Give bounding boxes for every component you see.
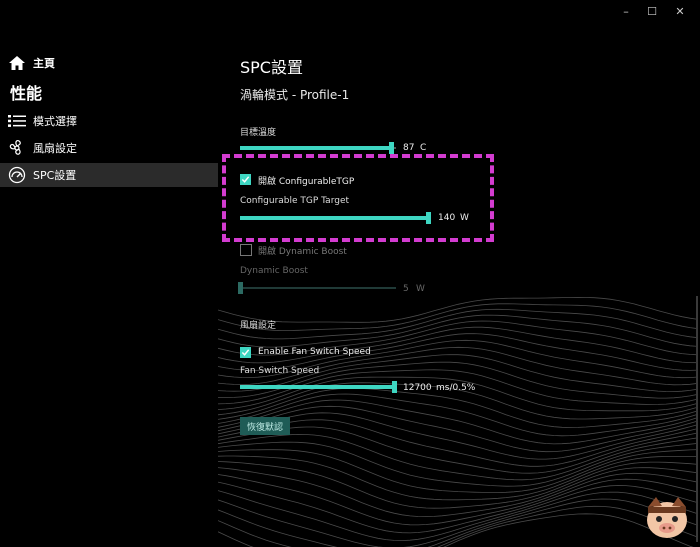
sidebar-item-mode-select[interactable]: 模式選擇 (0, 109, 218, 133)
reset-defaults-button[interactable]: 恢復默認 (240, 417, 290, 435)
dynamic-boost-unit: W (416, 284, 425, 294)
dynamic-boost-slider[interactable] (238, 282, 396, 294)
sidebar-item-spc[interactable]: SPC設置 (0, 163, 218, 187)
dynamic-boost-label: Dynamic Boost (240, 266, 308, 276)
fan-switch-speed-slider[interactable] (240, 381, 397, 393)
fan-section-title: 風扇設定 (240, 321, 277, 331)
maximize-button[interactable]: ☐ (642, 4, 662, 20)
list-icon (4, 115, 30, 127)
scrollbar[interactable] (696, 296, 698, 542)
sidebar-item-label: 模式選擇 (33, 115, 77, 128)
section-title: 性能 (10, 84, 43, 103)
check-icon (241, 349, 250, 356)
home-label: 主頁 (33, 57, 55, 70)
slider-thumb[interactable] (389, 142, 395, 154)
fan-switch-speed-label: Fan Switch Speed (240, 366, 320, 376)
highlight-annotation (222, 154, 494, 242)
sidebar: 主頁 性能 模式選擇 風扇設定 SPC設置 (0, 0, 218, 547)
fan-icon (4, 139, 30, 157)
sidebar-item-fan[interactable]: 風扇設定 (0, 136, 218, 160)
speedometer-icon (4, 166, 30, 184)
sidebar-item-label: SPC設置 (33, 169, 77, 182)
fan-switch-checkbox[interactable] (240, 347, 251, 358)
target-temp-slider[interactable] (240, 142, 396, 154)
profile-subtitle: 渦輪模式 - Profile-1 (240, 88, 350, 102)
dynamic-boost-checkbox[interactable] (240, 244, 252, 256)
fan-switch-label: Enable Fan Switch Speed (258, 347, 371, 357)
page-title: SPC設置 (240, 58, 303, 77)
sidebar-item-label: 風扇設定 (33, 142, 77, 155)
dynamic-boost-value: 5 (403, 284, 409, 294)
target-temp-label: 目標溫度 (240, 128, 277, 138)
target-temp-value: 87 (403, 143, 415, 153)
minimize-button[interactable]: – (616, 4, 636, 20)
mascot-logo (647, 497, 687, 538)
sidebar-item-home[interactable]: 主頁 (0, 51, 218, 75)
wave-background (218, 296, 699, 547)
dynamic-boost-toggle-label: 開啟 Dynamic Boost (258, 247, 347, 257)
close-button[interactable]: ✕ (670, 4, 690, 20)
slider-thumb[interactable] (238, 282, 243, 294)
fan-switch-speed-value: 12700 (403, 383, 432, 393)
fan-switch-speed-unit: ms/0.5% (436, 383, 476, 393)
slider-thumb[interactable] (392, 381, 397, 393)
home-icon (4, 55, 30, 71)
target-temp-unit: C (420, 143, 427, 153)
